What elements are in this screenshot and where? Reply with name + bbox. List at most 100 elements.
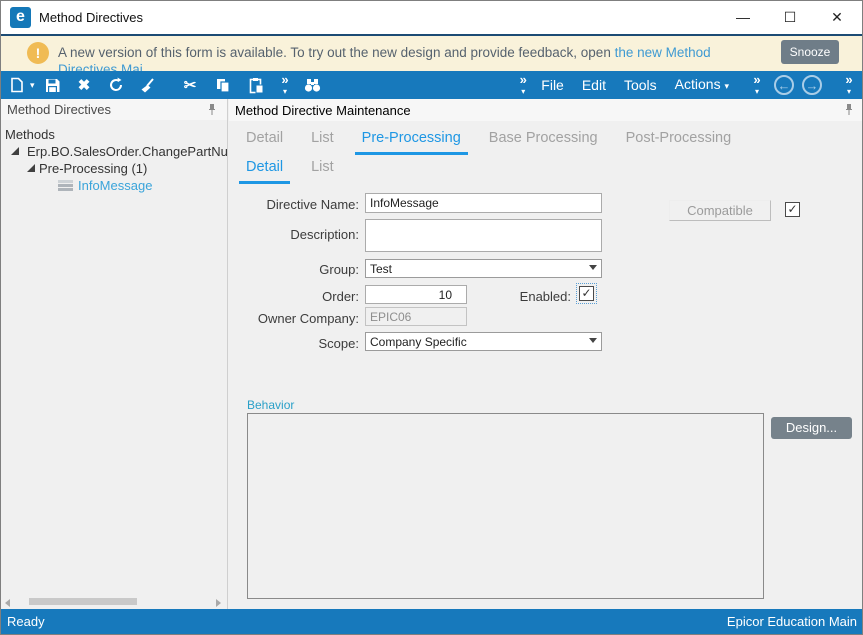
menu-actions-label: Actions [675, 76, 721, 92]
new-button[interactable] [5, 71, 29, 99]
tab-detail[interactable]: Detail [239, 126, 290, 155]
title-bar: e Method Directives — ☐ ✕ [1, 1, 862, 34]
search-button[interactable] [300, 71, 324, 99]
dropdown-arrow-icon [589, 338, 597, 343]
design-button[interactable]: Design... [771, 417, 852, 439]
compatible-checkbox[interactable]: ✓ [785, 202, 800, 217]
scope-dropdown[interactable]: Company Specific [365, 332, 602, 351]
methods-tree: Methods Erp.BO.SalesOrder.ChangePartNum … [1, 120, 227, 194]
delete-button[interactable]: ✖ [72, 71, 96, 99]
tree-horizontal-scrollbar[interactable] [1, 596, 227, 608]
tab-list[interactable]: List [304, 126, 341, 155]
menu-file[interactable]: File [532, 71, 573, 99]
copy-button[interactable] [211, 71, 235, 99]
scroll-right-arrow-icon[interactable] [216, 599, 221, 607]
refresh-button[interactable] [104, 71, 128, 99]
menu-overflow-right-button[interactable]: » ▾ [840, 75, 858, 95]
chevron-right-icon: » [514, 75, 532, 87]
epicor-logo-icon: e [10, 7, 31, 28]
subtab-detail[interactable]: Detail [239, 155, 290, 184]
paste-button[interactable] [244, 71, 268, 99]
main-panel-title: Method Directive Maintenance [235, 103, 411, 118]
menu-actions[interactable]: Actions ▾ [666, 70, 738, 100]
expander-expanded-icon[interactable] [11, 147, 19, 155]
tree-root-label: Methods [5, 127, 55, 142]
tree-node-label: Pre-Processing (1) [39, 161, 147, 176]
group-dropdown[interactable]: Test [365, 259, 602, 278]
pin-icon[interactable] [207, 103, 217, 119]
directive-name-input[interactable]: InfoMessage [365, 193, 602, 213]
group-value: Test [370, 262, 392, 276]
chevron-down-icon: ▾ [840, 87, 858, 95]
directive-name-label: Directive Name: [241, 197, 359, 212]
subtab-list[interactable]: List [304, 155, 341, 184]
description-label: Description: [241, 227, 359, 242]
environment-text: Epicor Education Main [727, 614, 857, 629]
expander-expanded-icon[interactable] [27, 164, 35, 172]
tree-node-infomessage[interactable]: InfoMessage [5, 177, 227, 194]
cut-scissors-icon: ✂ [184, 76, 197, 94]
banner-text: A new version of this form is available.… [58, 45, 615, 60]
chevron-down-icon: ▾ [748, 87, 766, 95]
maximize-button[interactable]: ☐ [767, 1, 813, 33]
new-document-icon [9, 77, 25, 93]
tab-pre-processing[interactable]: Pre-Processing [355, 126, 468, 155]
tree-node-preprocessing[interactable]: Pre-Processing (1) [5, 160, 227, 177]
status-bar: Ready Epicor Education Main [1, 609, 862, 634]
directive-icon [58, 179, 74, 192]
pin-icon[interactable] [844, 103, 854, 119]
actions-caret-icon: ▾ [724, 81, 729, 91]
toolbar-overflow-button[interactable]: » ▾ [276, 75, 294, 95]
back-arrow-icon: ← [778, 78, 791, 93]
refresh-icon [107, 76, 125, 94]
new-form-link-line2[interactable]: Directives Mai [58, 62, 143, 71]
window-title: Method Directives [39, 10, 143, 25]
scrollbar-thumb[interactable] [29, 598, 137, 605]
navigate-forward-button[interactable]: → [802, 75, 822, 95]
new-dropdown-caret-icon[interactable]: ▾ [30, 80, 40, 91]
warning-icon: ! [27, 42, 49, 64]
navigate-back-button[interactable]: ← [774, 75, 794, 95]
chevron-down-icon: ▾ [514, 87, 532, 95]
main-panel-header: Method Directive Maintenance [229, 99, 863, 121]
cut-button[interactable]: ✂ [178, 71, 202, 99]
scope-value: Company Specific [370, 335, 467, 349]
group-label: Group: [241, 262, 359, 277]
enabled-checkbox[interactable]: ✓ [579, 286, 594, 301]
tab-base-processing[interactable]: Base Processing [482, 126, 605, 155]
tree-root[interactable]: Methods [5, 126, 227, 143]
tree-node-label: Erp.BO.SalesOrder.ChangePartNum [27, 144, 227, 159]
save-button[interactable] [40, 71, 64, 99]
behavior-canvas[interactable] [247, 413, 764, 599]
clear-broom-icon [139, 77, 157, 94]
menu-overflow-mid-button[interactable]: » ▾ [748, 75, 766, 95]
chevron-right-icon: » [840, 75, 858, 87]
tree-node-method[interactable]: Erp.BO.SalesOrder.ChangePartNum [5, 143, 227, 160]
new-version-banner: ! A new version of this form is availabl… [1, 34, 862, 71]
paste-icon [248, 77, 265, 94]
status-text: Ready [7, 614, 45, 629]
scroll-left-arrow-icon[interactable] [5, 599, 10, 607]
compatible-button[interactable]: Compatible [669, 200, 771, 221]
behavior-label: Behavior [247, 398, 294, 412]
dropdown-arrow-icon [589, 265, 597, 270]
minimize-button[interactable]: — [720, 1, 766, 33]
snooze-button[interactable]: Snooze [781, 40, 839, 64]
new-form-link[interactable]: the new Method [615, 45, 711, 60]
menu-tools[interactable]: Tools [615, 71, 666, 99]
binoculars-search-icon [303, 77, 322, 93]
menu-edit[interactable]: Edit [573, 71, 615, 99]
enabled-label: Enabled: [461, 289, 571, 304]
owner-company-label: Owner Company: [241, 311, 359, 326]
banner-message: A new version of this form is available.… [58, 44, 758, 71]
menu-overflow-left-button[interactable]: » ▾ [514, 75, 532, 95]
save-icon [44, 77, 61, 94]
tab-strip-level2: Detail List [239, 155, 355, 184]
tab-post-processing[interactable]: Post-Processing [619, 126, 739, 155]
close-button[interactable]: ✕ [814, 1, 860, 33]
description-input[interactable] [365, 219, 602, 252]
order-label: Order: [241, 289, 359, 304]
chevron-right-icon: » [276, 75, 294, 87]
order-input[interactable]: 10 [365, 285, 467, 304]
clear-button[interactable] [136, 71, 160, 99]
